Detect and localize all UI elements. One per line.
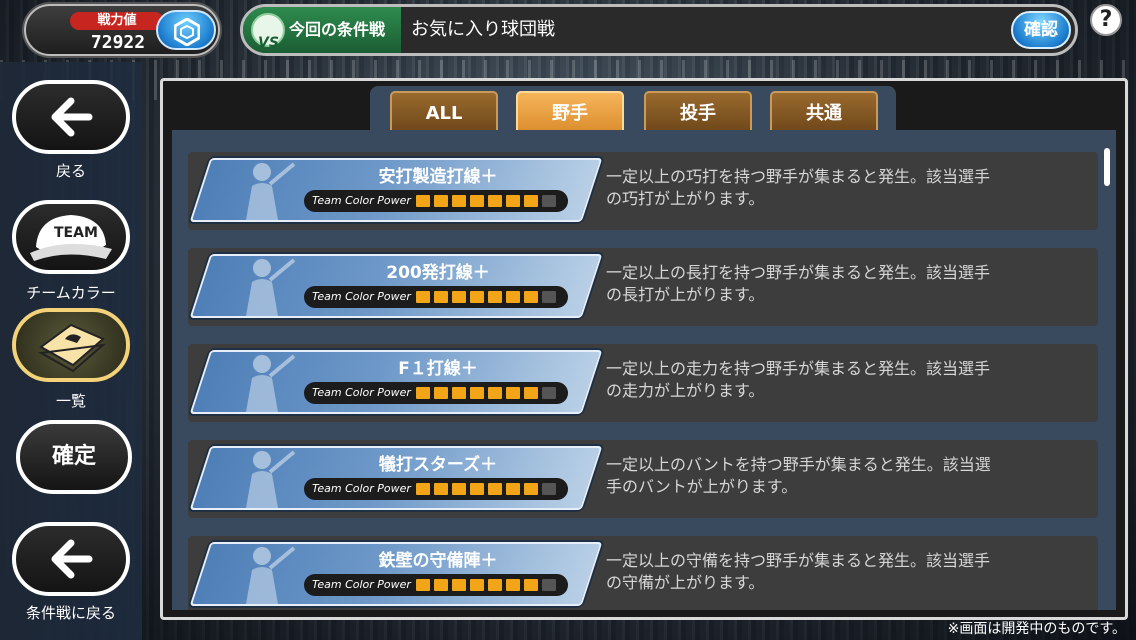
power-segment [470, 579, 484, 591]
check-button[interactable]: 確認 [1011, 11, 1071, 49]
team-color-button[interactable]: TEAM [12, 200, 130, 274]
power-segment [452, 483, 466, 495]
power-segment [416, 291, 430, 303]
return-label: 条件戦に戻る [25, 604, 116, 622]
back-button[interactable] [12, 80, 130, 154]
team-color-power-label: Team Color Power [312, 386, 411, 399]
team-color-power-label: Team Color Power [312, 482, 411, 495]
list-button[interactable] [12, 308, 130, 382]
power-segment [452, 387, 466, 399]
team-color-power-bar: Team Color Power [304, 478, 568, 500]
power-segment [434, 387, 448, 399]
power-segment [524, 387, 538, 399]
team-color-power-bar: Team Color Power [304, 286, 568, 308]
power-segment [542, 483, 556, 495]
team-color-power-label: Team Color Power [312, 290, 411, 303]
power-segment [470, 387, 484, 399]
power-segment [470, 291, 484, 303]
power-segment [542, 579, 556, 591]
power-segment [524, 483, 538, 495]
list-item[interactable]: 鉄壁の守備陣＋ Team Color Power 一定以上の守備を持つ野手が集まると… [188, 536, 1098, 610]
cap-list-icon [37, 323, 107, 373]
card-description: 一定以上の巧打を持つ野手が集まると発生。該当選手 の巧打が上がります。 [606, 167, 991, 208]
svg-text:TEAM: TEAM [54, 225, 98, 241]
power-segment [488, 291, 502, 303]
power-segment [488, 387, 502, 399]
power-segment [416, 387, 430, 399]
power-label: 戦力値 [70, 12, 164, 30]
card-title: 鉄壁の守備陣＋ [378, 551, 498, 571]
team-color-label: チームカラー [26, 284, 116, 302]
back-label: 戻る [55, 162, 86, 180]
hex-menu-button[interactable] [156, 10, 216, 50]
team-color-power-label: Team Color Power [312, 194, 411, 207]
power-segment [524, 291, 538, 303]
batter-icon [246, 546, 296, 604]
condition-tag: VS 今回の条件戦 [243, 7, 401, 53]
power-segment [506, 195, 520, 207]
power-segment [506, 291, 520, 303]
batter-icon [246, 258, 296, 316]
card-description: 一定以上の守備を持つ野手が集まると発生。該当選手 の守備が上がります。 [606, 551, 991, 592]
power-segment [416, 483, 430, 495]
condition-tag-label: 今回の条件戦 [289, 20, 386, 39]
card-title: 200発打線＋ [386, 263, 490, 283]
team-color-power-bar: Team Color Power [304, 382, 568, 404]
card-title: 安打製造打線＋ [378, 167, 498, 187]
list-item[interactable]: F１打線＋ Team Color Power 一定以上の走力を持つ野手が集まると発生… [188, 344, 1098, 422]
team-color-list[interactable]: 安打製造打線＋ Team Color Power 一定以上の巧打を持つ野手が集まると… [172, 130, 1116, 610]
cap-icon: TEAM [30, 215, 112, 261]
return-to-condition-button[interactable] [12, 522, 130, 596]
team-color-power-bar: Team Color Power [304, 574, 568, 596]
condition-name: お気に入り球団戦 [411, 19, 555, 40]
list-label: 一覧 [55, 392, 86, 410]
power-segment [416, 579, 430, 591]
power-segment [506, 483, 520, 495]
power-segment [542, 195, 556, 207]
batter-icon [246, 450, 296, 508]
team-color-power-label: Team Color Power [312, 578, 411, 591]
power-segment [416, 195, 430, 207]
batter-icon [246, 162, 296, 220]
card-description: 一定以上のバントを持つ野手が集まると発生。該当選 手のバントが上がります。 [606, 455, 991, 496]
development-footnote: ※画面は開発中のものです。 [947, 621, 1126, 637]
help-button[interactable]: ? [1090, 4, 1122, 36]
card-description: 一定以上の長打を持つ野手が集まると発生。該当選手 の長打が上がります。 [606, 263, 991, 304]
list-item[interactable]: 安打製造打線＋ Team Color Power 一定以上の巧打を持つ野手が集まると… [188, 152, 1098, 230]
power-segment [470, 483, 484, 495]
power-segment [434, 579, 448, 591]
power-segment [488, 195, 502, 207]
confirm-button[interactable]: 確定 [16, 420, 132, 494]
power-segment [488, 579, 502, 591]
vs-icon: VS [251, 13, 285, 51]
list-item[interactable]: 犠打スターズ＋ Team Color Power 一定以上のバントを持つ野手が集まる… [188, 440, 1098, 518]
power-segment [506, 579, 520, 591]
batter-icon [246, 354, 296, 412]
power-segment [470, 195, 484, 207]
hexagon-icon [174, 18, 200, 46]
power-segment [506, 387, 520, 399]
power-segment [452, 195, 466, 207]
card-title: 犠打スターズ＋ [378, 455, 498, 475]
team-power-display: 戦力値 72922 [24, 4, 220, 56]
power-value: 72922 [90, 32, 146, 53]
card-title: F１打線＋ [398, 359, 478, 379]
power-segment [542, 387, 556, 399]
power-segment [452, 579, 466, 591]
power-segment [452, 291, 466, 303]
card-description: 一定以上の走力を持つ野手が集まると発生。該当選手 の走力が上がります。 [606, 359, 991, 400]
power-segment [524, 579, 538, 591]
list-item[interactable]: 200発打線＋ Team Color Power 一定以上の長打を持つ野手が集まると… [188, 248, 1098, 326]
power-segment [488, 483, 502, 495]
power-segment [524, 195, 538, 207]
team-color-power-bar: Team Color Power [304, 190, 568, 212]
power-segment [434, 483, 448, 495]
scrollbar[interactable] [1104, 148, 1110, 186]
arrow-left-icon [51, 539, 93, 579]
condition-bar: VS 今回の条件戦 お気に入り球団戦 確認 [240, 4, 1078, 56]
arrow-left-icon [51, 97, 93, 137]
power-segment [542, 291, 556, 303]
power-segment [434, 195, 448, 207]
power-segment [434, 291, 448, 303]
